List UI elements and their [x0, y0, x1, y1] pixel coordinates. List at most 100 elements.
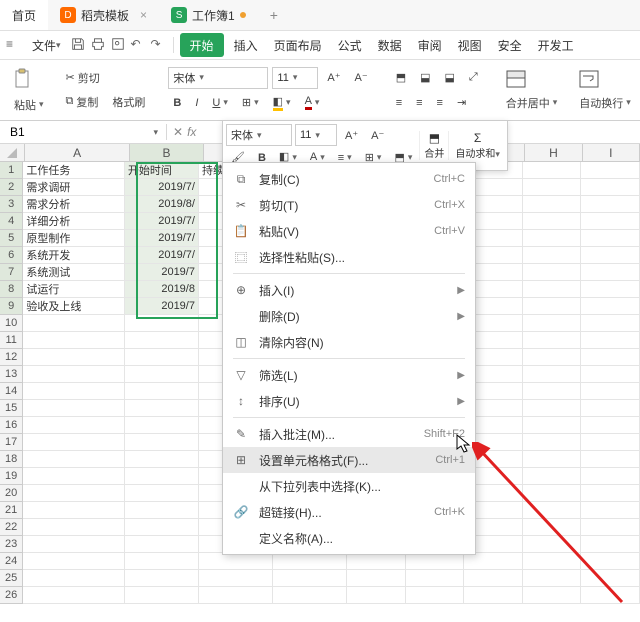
cell[interactable]: 原型制作 [23, 230, 125, 247]
cell[interactable] [523, 332, 582, 349]
cell[interactable] [23, 434, 125, 451]
cell[interactable] [523, 315, 582, 332]
ctx-filter[interactable]: ▽筛选(L)▶ [223, 362, 475, 388]
cell[interactable] [273, 570, 347, 587]
cell[interactable] [125, 570, 199, 587]
cell[interactable] [581, 400, 640, 417]
cell[interactable] [464, 553, 523, 570]
cell[interactable] [23, 468, 125, 485]
cell[interactable] [523, 587, 582, 604]
ctx-insert[interactable]: ⊕插入(I)▶ [223, 277, 475, 303]
cell[interactable] [23, 485, 125, 502]
ribbon-tab-insert[interactable]: 插入 [228, 35, 264, 55]
align-middle-icon[interactable]: ⬓ [415, 69, 435, 86]
cell[interactable] [523, 417, 582, 434]
cell[interactable] [523, 230, 582, 247]
cell[interactable] [125, 417, 199, 434]
row-header[interactable]: 20 [0, 485, 23, 502]
cell[interactable] [125, 451, 199, 468]
col-header-H[interactable]: H [525, 144, 582, 162]
ctx-clear[interactable]: ◫清除内容(N) [223, 329, 475, 355]
cell[interactable] [125, 485, 199, 502]
align-top-icon[interactable]: ⬒ [391, 69, 411, 86]
border-button[interactable]: ⊞▾ [237, 94, 264, 111]
cell[interactable]: 2019/7 [125, 298, 199, 315]
cell[interactable] [23, 570, 125, 587]
cell[interactable] [523, 179, 582, 196]
cell[interactable] [125, 400, 199, 417]
cell[interactable] [581, 196, 640, 213]
row-header[interactable]: 24 [0, 553, 23, 570]
cell[interactable] [581, 315, 640, 332]
cell[interactable] [464, 587, 523, 604]
cell[interactable] [523, 553, 582, 570]
tab-template[interactable]: D 稻壳模板 × [48, 0, 159, 30]
mini-merge-big-icon[interactable]: ⬒ [429, 131, 440, 145]
cell[interactable] [523, 247, 582, 264]
paste-button[interactable] [9, 66, 49, 92]
underline-button[interactable]: U▾ [207, 95, 232, 111]
row-header[interactable]: 10 [0, 315, 23, 332]
cell[interactable] [125, 502, 199, 519]
cell[interactable] [523, 196, 582, 213]
wrap-button[interactable] [574, 68, 636, 90]
ctx-delete[interactable]: 删除(D)▶ [223, 303, 475, 329]
cell[interactable]: 系统开发 [23, 247, 125, 264]
undo-icon[interactable]: ↶ [131, 37, 147, 53]
cell[interactable] [23, 366, 125, 383]
ctx-sort[interactable]: ↕排序(U)▶ [223, 388, 475, 414]
row-header[interactable]: 14 [0, 383, 23, 400]
orientation-icon[interactable]: ⤢ [464, 69, 483, 86]
cell[interactable] [523, 485, 582, 502]
cell[interactable] [23, 315, 125, 332]
cell[interactable]: 详细分析 [23, 213, 125, 230]
cell[interactable] [581, 485, 640, 502]
row-header[interactable]: 6 [0, 247, 23, 264]
decrease-font-icon[interactable]: A⁻ [350, 69, 373, 86]
cell[interactable] [581, 570, 640, 587]
ctx-hyperlink[interactable]: 🔗超链接(H)...Ctrl+K [223, 499, 475, 525]
ribbon-tab-data[interactable]: 数据 [372, 35, 408, 55]
cell[interactable] [523, 213, 582, 230]
row-header[interactable]: 13 [0, 366, 23, 383]
cell[interactable]: 验收及上线 [23, 298, 125, 315]
row-header[interactable]: 25 [0, 570, 23, 587]
tab-workbook[interactable]: S 工作簿1 [159, 0, 258, 30]
cell[interactable] [125, 434, 199, 451]
row-header[interactable]: 5 [0, 230, 23, 247]
indent-icon[interactable]: ⇥ [452, 94, 471, 111]
mini-increase-font-icon[interactable]: A⁺ [340, 127, 363, 144]
cell[interactable] [523, 366, 582, 383]
cell[interactable] [581, 179, 640, 196]
row-header[interactable]: 12 [0, 349, 23, 366]
cell[interactable] [581, 383, 640, 400]
row-header[interactable]: 2 [0, 179, 23, 196]
cell[interactable] [125, 383, 199, 400]
fill-color-button[interactable]: ◧▾ [268, 93, 296, 113]
ctx-picklist[interactable]: 从下拉列表中选择(K)... [223, 473, 475, 499]
cell[interactable] [23, 383, 125, 400]
tab-home[interactable]: 首页 [0, 0, 48, 30]
fx-cancel-icon[interactable]: ✕ [173, 125, 183, 139]
cell[interactable] [581, 366, 640, 383]
italic-button[interactable]: I [190, 95, 203, 111]
cell[interactable] [581, 519, 640, 536]
cell[interactable] [581, 264, 640, 281]
cell[interactable] [125, 349, 199, 366]
cell[interactable] [464, 570, 523, 587]
cell[interactable] [125, 536, 199, 553]
mini-font-select[interactable]: 宋体▾ [226, 124, 292, 146]
cell[interactable] [23, 451, 125, 468]
row-header[interactable]: 26 [0, 587, 23, 604]
row-header[interactable]: 1 [0, 162, 23, 179]
cell[interactable] [199, 587, 273, 604]
cell[interactable]: 2019/7 [125, 264, 199, 281]
cell[interactable] [406, 587, 465, 604]
redo-icon[interactable]: ↷ [151, 37, 167, 53]
cell[interactable] [199, 553, 273, 570]
cell[interactable] [523, 264, 582, 281]
cell[interactable] [581, 536, 640, 553]
cell[interactable] [523, 349, 582, 366]
cell[interactable] [523, 502, 582, 519]
cell[interactable] [581, 281, 640, 298]
